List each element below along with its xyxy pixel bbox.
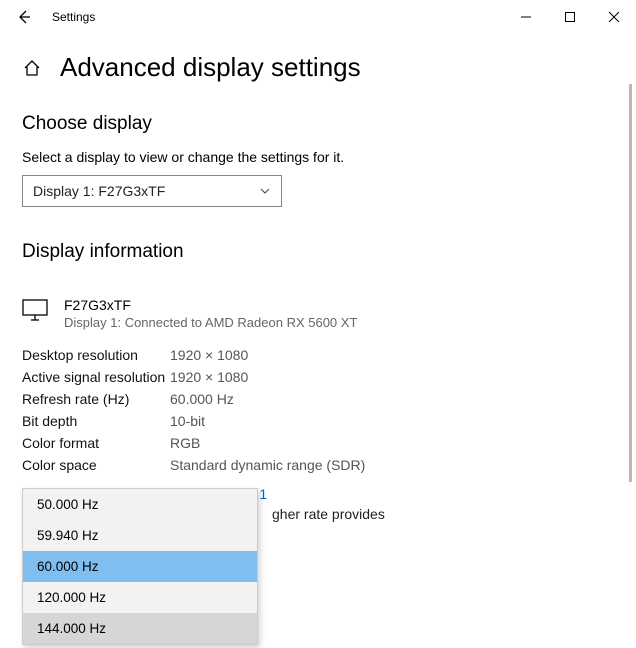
chevron-down-icon (259, 185, 271, 197)
refresh-rate-option[interactable]: 59.940 Hz (23, 520, 257, 551)
info-label: Active signal resolution (22, 366, 170, 388)
display-connection: Display 1: Connected to AMD Radeon RX 56… (64, 315, 357, 330)
refresh-rate-option[interactable]: 144.000 Hz (23, 613, 257, 644)
info-label: Bit depth (22, 410, 170, 432)
display-select-dropdown[interactable]: Display 1: F27G3xTF (22, 175, 282, 207)
info-value: 1920 × 1080 (170, 366, 365, 388)
info-value: Standard dynamic range (SDR) (170, 454, 365, 476)
refresh-rate-option[interactable]: 50.000 Hz (23, 489, 257, 520)
page-title: Advanced display settings (60, 52, 361, 83)
info-value: 1920 × 1080 (170, 344, 365, 366)
app-name: Settings (52, 10, 95, 24)
back-arrow-icon (16, 9, 32, 25)
info-value: 10-bit (170, 410, 365, 432)
refresh-rate-option[interactable]: 120.000 Hz (23, 582, 257, 613)
minimize-icon (520, 11, 532, 23)
maximize-icon (564, 11, 576, 23)
maximize-button[interactable] (548, 2, 592, 32)
home-button[interactable] (22, 58, 42, 78)
choose-display-subtext: Select a display to view or change the s… (22, 149, 614, 165)
home-icon (22, 58, 42, 78)
window-controls (504, 2, 636, 32)
info-value: 60.000 Hz (170, 388, 365, 410)
choose-display-heading: Choose display (22, 113, 614, 135)
display-info-block: F27G3xTF Display 1: Connected to AMD Rad… (22, 297, 614, 330)
info-label: Desktop resolution (22, 344, 170, 366)
info-label: Color format (22, 432, 170, 454)
scrollbar[interactable] (629, 84, 632, 482)
info-row: Color formatRGB (22, 432, 365, 454)
info-label: Refresh rate (Hz) (22, 388, 170, 410)
info-row: Desktop resolution1920 × 1080 (22, 344, 365, 366)
close-button[interactable] (592, 2, 636, 32)
display-info-table: Desktop resolution1920 × 1080Active sign… (22, 344, 365, 476)
refresh-rate-option[interactable]: 60.000 Hz (23, 551, 257, 582)
back-button[interactable] (10, 9, 38, 25)
refresh-rate-dropdown-list[interactable]: 50.000 Hz59.940 Hz60.000 Hz120.000 Hz144… (22, 488, 258, 645)
info-row: Refresh rate (Hz)60.000 Hz (22, 388, 365, 410)
minimize-button[interactable] (504, 2, 548, 32)
info-value: RGB (170, 432, 365, 454)
monitor-icon (22, 299, 48, 321)
page-header: Advanced display settings (22, 52, 614, 83)
display-model: F27G3xTF (64, 297, 357, 313)
title-bar: Settings (0, 0, 636, 34)
info-row: Active signal resolution1920 × 1080 (22, 366, 365, 388)
display-info-heading: Display information (22, 241, 614, 263)
info-row: Bit depth10-bit (22, 410, 365, 432)
display-select-value: Display 1: F27G3xTF (33, 183, 165, 199)
refresh-rate-help-text: gher rate provides (272, 506, 385, 522)
close-icon (608, 11, 620, 23)
info-label: Color space (22, 454, 170, 476)
info-row: Color spaceStandard dynamic range (SDR) (22, 454, 365, 476)
